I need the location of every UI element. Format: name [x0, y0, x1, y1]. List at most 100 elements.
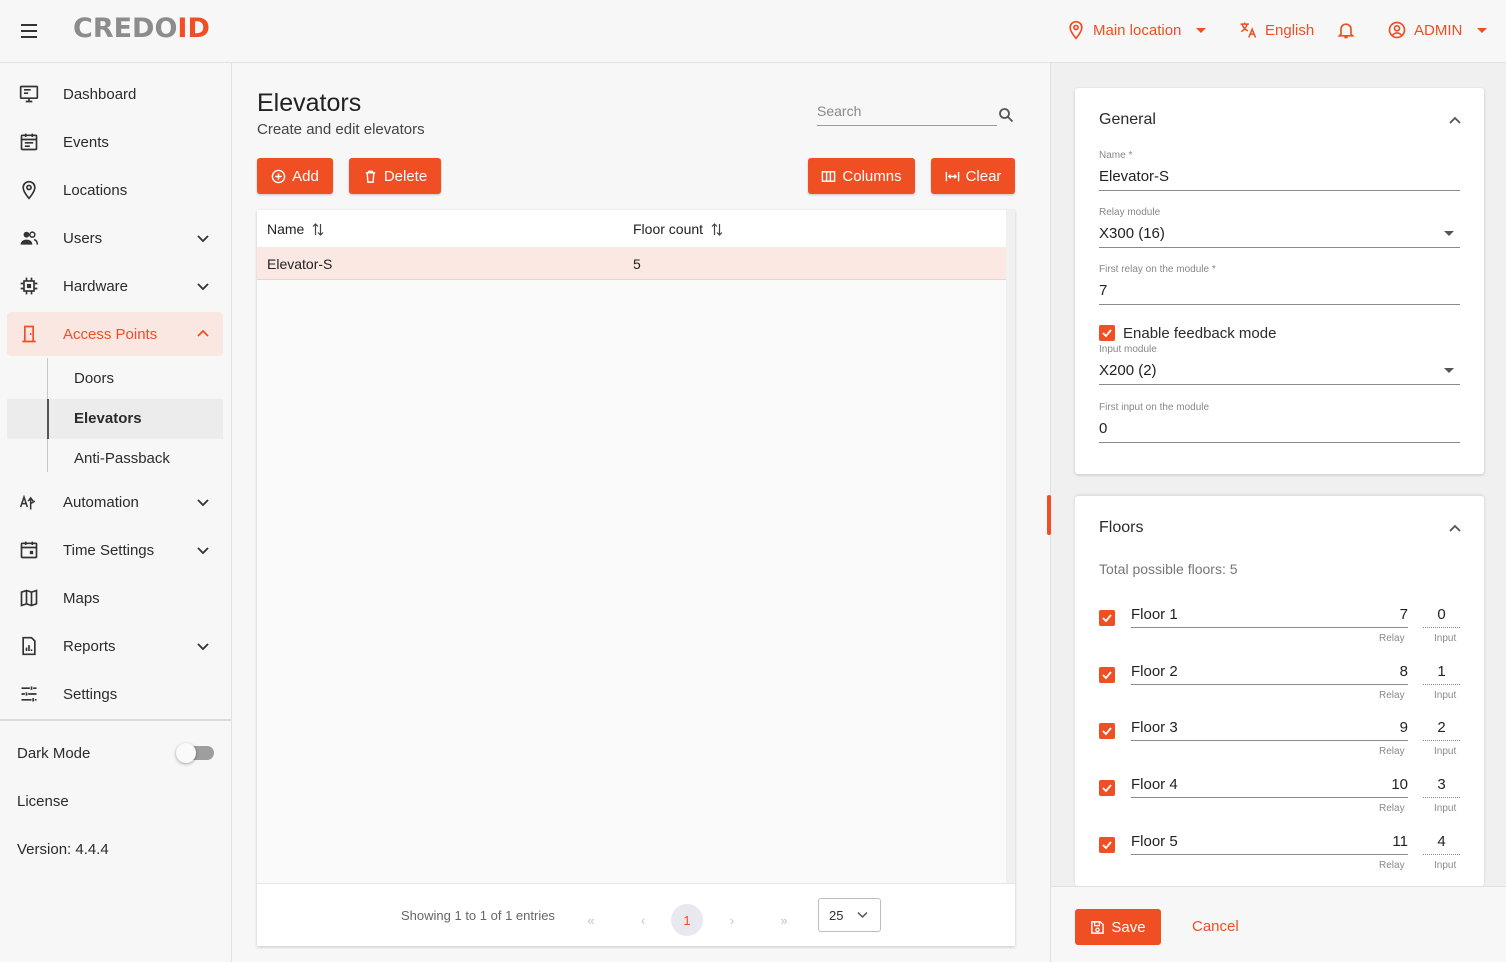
sidebar-item-events[interactable]: Events	[7, 120, 223, 164]
general-title: General	[1099, 111, 1156, 128]
sidebar-subitem-elevators[interactable]: Elevators	[7, 399, 223, 439]
last-page-button[interactable]: »	[768, 904, 800, 936]
table-header: Name Floor count	[257, 210, 1015, 247]
feedback-mode-label: Enable feedback mode	[1123, 325, 1277, 342]
dropdown-arrow-icon	[1444, 231, 1454, 236]
floor-relay-value: 9	[1399, 719, 1408, 736]
chevron-down-icon	[197, 283, 209, 291]
chevron-up-icon[interactable]	[1448, 113, 1462, 127]
floor-input-field[interactable]: 1	[1423, 663, 1460, 685]
clear-button[interactable]: Clear	[931, 158, 1015, 194]
columns-icon	[822, 170, 836, 182]
user-menu[interactable]: ADMIN	[1387, 20, 1488, 40]
column-header-name[interactable]: Name	[267, 221, 324, 237]
location-selector[interactable]: Main location	[1066, 20, 1207, 40]
floor-input-field[interactable]: 0	[1423, 606, 1460, 628]
page-subtitle: Create and edit elevators	[257, 121, 425, 138]
cell-name: Elevator-S	[267, 256, 333, 272]
floor-checkbox[interactable]	[1099, 780, 1115, 796]
language-selector[interactable]: English	[1238, 20, 1314, 40]
check-icon	[1102, 671, 1112, 680]
users-icon	[20, 231, 39, 245]
columns-button[interactable]: Columns	[808, 158, 915, 194]
language-label: English	[1265, 21, 1315, 39]
floor-checkbox[interactable]	[1099, 610, 1115, 626]
next-page-button[interactable]: ›	[716, 904, 748, 936]
floor-input-field[interactable]: 2	[1423, 719, 1460, 741]
floor-name-field[interactable]: Floor 4 10	[1131, 776, 1408, 798]
sidebar-item-time-settings[interactable]: Time Settings	[7, 528, 223, 572]
cancel-button[interactable]: Cancel	[1192, 918, 1239, 935]
sidebar-item-access-points[interactable]: Access Points	[7, 312, 223, 356]
floor-checkbox[interactable]	[1099, 667, 1115, 683]
input-label: Input	[1434, 860, 1457, 871]
delete-button[interactable]: Delete	[349, 158, 441, 194]
search-input[interactable]	[817, 103, 987, 119]
sidebar-item-users[interactable]: Users	[7, 216, 223, 260]
chevron-down-icon	[197, 499, 209, 507]
sidebar-item-maps[interactable]: Maps	[7, 576, 223, 620]
first-input-field[interactable]: 0	[1099, 420, 1460, 443]
sidebar-subitem-doors[interactable]: Doors	[7, 359, 223, 399]
input-label: Input	[1434, 746, 1457, 757]
search-icon[interactable]	[998, 107, 1014, 123]
first-page-button[interactable]: «	[575, 904, 607, 936]
add-button[interactable]: Add	[257, 158, 333, 194]
relay-module-select[interactable]: X300 (16)	[1099, 225, 1460, 248]
panel-resize-handle[interactable]	[1047, 495, 1051, 535]
floor-input-field[interactable]: 4	[1423, 833, 1460, 855]
door-icon	[22, 325, 36, 343]
page-1-button[interactable]: 1	[671, 904, 703, 936]
table-row[interactable]: Elevator-S 5	[257, 247, 1006, 280]
floor-input-field[interactable]: 3	[1423, 776, 1460, 798]
relay-label: Relay	[1379, 860, 1405, 871]
floor-name-field[interactable]: Floor 39	[1131, 719, 1408, 741]
notifications-button[interactable]	[1336, 20, 1356, 40]
check-icon	[1102, 329, 1112, 338]
relay-label: Relay	[1379, 633, 1405, 644]
prev-page-button[interactable]: ‹	[627, 904, 659, 936]
location-pin-icon	[1069, 20, 1083, 40]
page-size-select[interactable]: 25	[818, 898, 881, 932]
sidebar-item-dashboard[interactable]: Dashboard	[7, 72, 223, 116]
sidebar-subitem-anti-passback[interactable]: Anti-Passback	[7, 439, 223, 479]
sidebar-item-settings[interactable]: Settings	[7, 672, 223, 716]
floor-name-field[interactable]: Floor 5 11	[1131, 833, 1408, 855]
column-width-icon	[945, 171, 959, 181]
chevron-up-icon[interactable]	[1448, 521, 1462, 535]
user-label: ADMIN	[1414, 21, 1463, 39]
input-label: Input	[1434, 633, 1457, 644]
app-logo[interactable]: CREDOID	[73, 13, 210, 44]
location-label: Main location	[1093, 21, 1182, 39]
total-floors-text: Total possible floors: 5	[1099, 561, 1238, 577]
floor-checkbox[interactable]	[1099, 837, 1115, 853]
sidebar-divider	[0, 719, 231, 721]
sidebar-item-hardware[interactable]: Hardware	[7, 264, 223, 308]
floor-checkbox[interactable]	[1099, 723, 1115, 739]
feedback-mode-checkbox[interactable]	[1099, 325, 1115, 341]
sidebar-item-automation[interactable]: Automation	[7, 480, 223, 524]
search-field	[817, 103, 997, 126]
floor-name-field[interactable]: Floor 17	[1131, 606, 1408, 628]
column-header-floor-count[interactable]: Floor count	[633, 221, 723, 237]
save-button[interactable]: Save	[1075, 909, 1161, 945]
hamburger-menu-icon[interactable]	[18, 20, 40, 42]
floor-name-field[interactable]: Floor 28	[1131, 663, 1408, 685]
chevron-down-icon	[197, 235, 209, 243]
floor-relay-value: 8	[1399, 663, 1408, 680]
floor-row: Floor 4 10 3 Relay Input	[1075, 776, 1484, 832]
table-scrollbar[interactable]	[1006, 210, 1015, 883]
dark-mode-toggle[interactable]	[176, 743, 214, 763]
license-link[interactable]: License	[17, 793, 69, 810]
sidebar-item-reports[interactable]: Reports	[7, 624, 223, 668]
floor-row: Floor 39 2 Relay Input	[1075, 719, 1484, 775]
first-input-label: First input on the module	[1099, 402, 1210, 413]
name-field[interactable]: Elevator-S	[1099, 168, 1460, 191]
chevron-down-icon	[197, 643, 209, 651]
floors-title: Floors	[1099, 519, 1144, 536]
first-relay-field[interactable]: 7	[1099, 282, 1460, 305]
sidebar-item-locations[interactable]: Locations	[7, 168, 223, 212]
input-module-select[interactable]: X200 (2)	[1099, 362, 1460, 385]
floor-row: Floor 5 11 4 Relay Input	[1075, 833, 1484, 889]
input-label: Input	[1434, 803, 1457, 814]
